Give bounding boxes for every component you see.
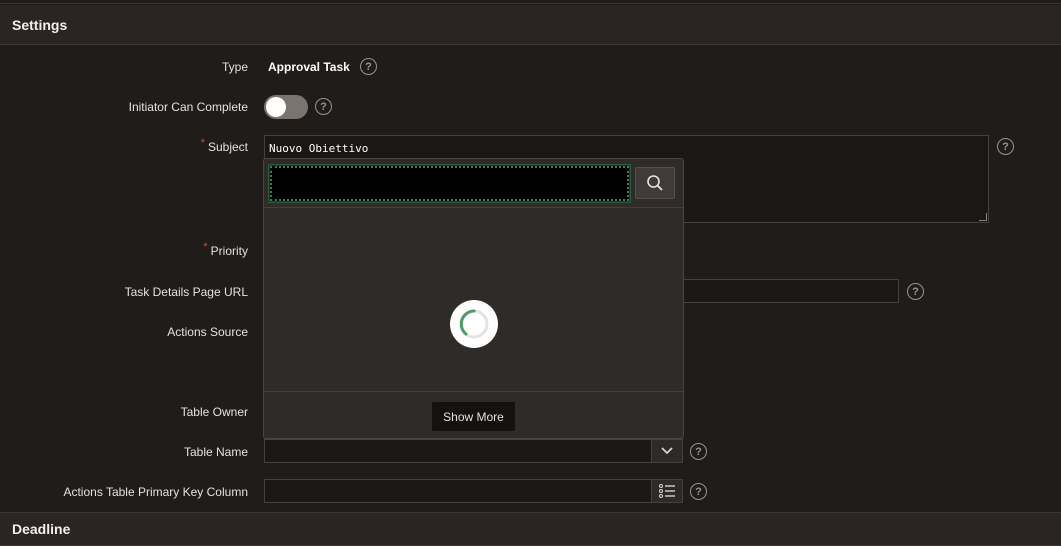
type-help-icon[interactable]: ? [360, 58, 377, 75]
settings-title: Settings [12, 16, 68, 33]
toggle-knob [266, 97, 286, 117]
task-details-url-help-icon[interactable]: ? [907, 283, 924, 300]
type-label: Type [221, 60, 248, 74]
subject-value: Nuovo Obiettivo [269, 142, 369, 155]
table-name-dropdown-button[interactable] [651, 439, 683, 463]
table-name-help-icon[interactable]: ? [690, 443, 707, 460]
pk-column-label: Actions Table Primary Key Column [63, 485, 248, 499]
initiator-can-complete-label: Initiator Can Complete [128, 100, 248, 114]
show-more-button[interactable]: Show More [432, 402, 515, 431]
lov-popup: Show More [263, 158, 684, 439]
required-marker: * [203, 241, 208, 253]
subject-label-text: Subject [207, 140, 248, 154]
required-marker: * [200, 137, 205, 149]
pk-column-input[interactable] [264, 479, 652, 503]
task-details-url-input[interactable] [680, 279, 899, 303]
deadline-section-header[interactable]: Deadline [0, 512, 1061, 546]
priority-label: * Priority [203, 241, 248, 258]
chevron-down-icon [661, 447, 673, 455]
task-details-url-label: Task Details Page URL [124, 285, 248, 299]
deadline-title: Deadline [12, 521, 71, 537]
popup-footer: Show More [264, 391, 683, 438]
priority-label-text: Priority [210, 244, 248, 258]
table-name-label: Table Name [183, 445, 248, 459]
pk-column-list-button[interactable] [651, 479, 683, 503]
initiator-help-icon[interactable]: ? [315, 98, 332, 115]
initiator-can-complete-toggle[interactable] [264, 95, 308, 119]
popup-search-button[interactable] [635, 167, 675, 199]
loading-spinner [450, 300, 498, 348]
table-owner-label: Table Owner [180, 405, 248, 419]
popup-search-bar [264, 159, 683, 208]
subject-label: * Subject [200, 137, 248, 154]
pk-column-help-icon[interactable]: ? [690, 483, 707, 500]
actions-source-label: Actions Source [167, 325, 248, 339]
settings-section-header[interactable]: Settings [0, 5, 1061, 45]
spinner-icon [459, 309, 489, 339]
resize-grip-icon[interactable] [979, 213, 987, 221]
search-icon [647, 175, 663, 191]
top-strip [0, 0, 1061, 4]
type-value: Approval Task [268, 60, 350, 74]
popup-search-input[interactable] [268, 164, 631, 203]
table-name-select[interactable] [264, 439, 652, 463]
subject-help-icon[interactable]: ? [997, 138, 1014, 155]
list-icon [659, 484, 675, 498]
